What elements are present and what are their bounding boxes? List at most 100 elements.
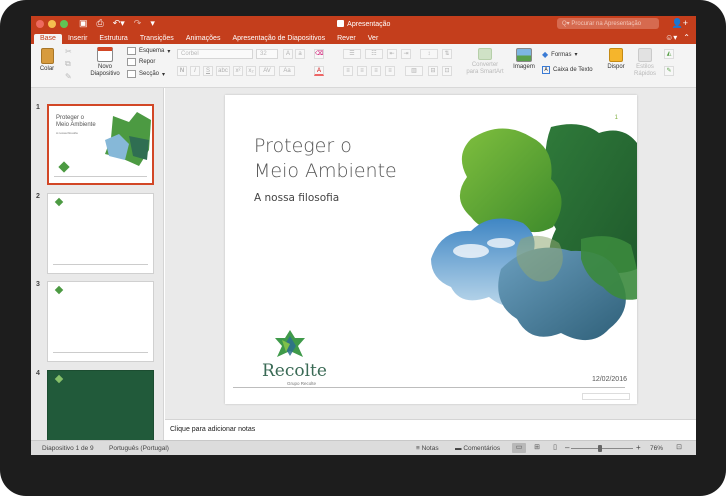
slide-thumbnail-2[interactable] <box>47 193 154 274</box>
superscript-icon[interactable]: x² <box>233 66 243 76</box>
justify-icon[interactable]: ≡ <box>385 66 395 76</box>
shape-fill-icon[interactable]: ◭ <box>664 49 674 59</box>
align-right-icon[interactable]: ≡ <box>371 66 381 76</box>
notes-pane[interactable]: Clique para adicionar notas <box>165 419 696 440</box>
paste-button[interactable]: Colar <box>35 48 59 72</box>
text-direction-icon[interactable]: ⇅ <box>442 49 452 59</box>
current-slide[interactable]: 1 Proteger o Meio Ambiente A nossa filos… <box>225 95 637 404</box>
comments-button[interactable]: ▬ Comentários <box>455 445 500 452</box>
powerpoint-doc-icon <box>336 20 344 27</box>
powerpoint-window: ▣ ⎙ ↶▾ ↷ ▾ Apresentação Q▾ Procurar na A… <box>31 16 696 455</box>
change-case-icon[interactable]: Aa <box>279 66 295 76</box>
tab-animacoes[interactable]: Animações <box>180 34 227 44</box>
layout-button[interactable]: Esquema ▾ <box>127 47 170 55</box>
notes-button[interactable]: ≡ Notas <box>416 445 439 452</box>
decrease-indent-icon[interactable]: ⇤ <box>387 49 397 59</box>
language-indicator[interactable]: Português (Portugal) <box>109 445 169 452</box>
notes-label: Notas <box>421 445 439 452</box>
textbox-button[interactable]: A Caixa de Texto <box>542 66 593 74</box>
font-size-field[interactable]: 32 <box>256 49 278 59</box>
recolte-logo-icon <box>275 330 305 357</box>
thumb-logo-icon <box>54 374 64 384</box>
grow-font-icon[interactable]: A <box>283 49 293 59</box>
new-slide-label: Novo Diapositivo <box>90 64 120 77</box>
clear-format-icon[interactable]: ⌫ <box>314 49 324 59</box>
shrink-font-icon[interactable]: a <box>295 49 305 59</box>
zoom-slider-handle[interactable] <box>598 445 602 452</box>
tab-apresentacao[interactable]: Apresentação de Diapositivos <box>226 34 331 44</box>
line-spacing-icon[interactable]: ↕ <box>420 49 438 59</box>
tab-transicoes[interactable]: Transições <box>134 34 180 44</box>
cut-icon[interactable]: ✂ <box>65 47 72 56</box>
thumb-number: 3 <box>36 281 40 288</box>
brand-subtitle: Grupo Recolte <box>287 381 317 386</box>
tab-rever[interactable]: Rever <box>331 34 362 44</box>
clipboard-icon <box>40 48 54 64</box>
convert-smartart-button[interactable]: Converter para SmartArt <box>463 48 507 76</box>
arrange-button[interactable]: Dispor <box>604 48 628 70</box>
window-title: Apresentação <box>347 21 391 28</box>
underline-icon[interactable]: S <box>203 66 213 76</box>
numbering-icon[interactable]: ☷ <box>365 49 383 59</box>
zoom-out-icon[interactable]: – <box>565 443 569 452</box>
copy-icon[interactable]: ⧉ <box>65 59 71 69</box>
thumb-number: 4 <box>36 370 40 377</box>
columns-icon[interactable]: ▥ <box>405 66 423 76</box>
align-text-icon[interactable]: ⊟ <box>428 66 438 76</box>
italic-icon[interactable]: I <box>190 66 200 76</box>
collapse-ribbon-icon[interactable]: ⌃ <box>683 33 690 42</box>
format-painter-icon[interactable]: ✎ <box>65 72 72 81</box>
slide-thumbnail-3[interactable] <box>47 281 154 362</box>
reset-label: Repor <box>139 59 156 65</box>
subscript-icon[interactable]: x₂ <box>246 66 256 76</box>
search-field[interactable]: Q▾ Procurar na Apresentação <box>557 18 659 29</box>
thumb-footer-line <box>53 264 148 265</box>
slide-thumbnail-1[interactable]: Proteger o Meio Ambiente A nossa filosof… <box>47 104 154 185</box>
layout-icon <box>127 47 136 55</box>
tab-estrutura[interactable]: Estrutura <box>93 34 133 44</box>
reset-button[interactable]: Repor <box>127 58 155 66</box>
share-person-icon[interactable]: 👤+ <box>672 18 688 29</box>
font-name-field[interactable]: Corbel <box>177 49 253 59</box>
zoom-level[interactable]: 76% <box>650 445 663 452</box>
align-center-icon[interactable]: ≡ <box>357 66 367 76</box>
thumb-subtitle: A nossa filosofia <box>56 131 78 135</box>
tab-ver[interactable]: Ver <box>362 34 385 44</box>
tab-inserir[interactable]: Inserir <box>62 34 93 44</box>
comments-label: Comentários <box>463 445 501 452</box>
paste-label: Colar <box>39 66 55 72</box>
char-spacing-icon[interactable]: AV <box>259 66 275 76</box>
slide-thumbnails-panel[interactable]: 1 Proteger o Meio Ambiente A nossa filos… <box>31 88 164 442</box>
align-left-icon[interactable]: ≡ <box>343 66 353 76</box>
zoom-in-icon[interactable]: + <box>636 443 641 452</box>
new-slide-icon <box>97 47 113 62</box>
shapes-button[interactable]: ◆ Formas ▾ <box>542 50 578 59</box>
quick-styles-button[interactable]: Estilos Rápidos <box>631 48 659 78</box>
bold-icon[interactable]: N <box>177 66 187 76</box>
new-slide-button[interactable]: Novo Diapositivo <box>89 47 121 78</box>
bullets-icon[interactable]: ☰ <box>343 49 361 59</box>
quick-styles-label: Estilos Rápidos <box>633 64 656 77</box>
paragraph-dialog-icon[interactable]: ⊡ <box>442 66 452 76</box>
slide-subtitle[interactable]: A nossa filosofia <box>254 192 339 204</box>
normal-view-icon[interactable]: ▭ <box>512 443 526 453</box>
font-color-icon[interactable]: A <box>314 66 324 76</box>
footer-placeholder[interactable] <box>582 393 630 400</box>
tab-base[interactable]: Base <box>34 34 62 44</box>
increase-indent-icon[interactable]: ⇥ <box>401 49 411 59</box>
shape-outline-icon[interactable]: ✎ <box>664 66 674 76</box>
strikethrough-icon[interactable]: abc <box>216 66 230 76</box>
shapes-label: Formas <box>551 51 572 58</box>
slide-title[interactable]: Proteger o Meio Ambiente <box>254 134 444 184</box>
fit-to-window-icon[interactable]: ⊡ <box>672 443 686 453</box>
image-button[interactable]: Imagem <box>511 48 537 70</box>
smiley-feedback-icon[interactable]: ☺▾ <box>665 33 677 42</box>
zoom-slider-track[interactable] <box>571 448 633 449</box>
slide-sorter-icon[interactable]: ⊞ <box>530 443 544 453</box>
slide-date[interactable]: 12/02/2016 <box>592 376 627 383</box>
reading-view-icon[interactable]: ▯ <box>548 443 562 453</box>
section-button[interactable]: Secção ▾ <box>127 70 165 78</box>
slide-thumbnail-4[interactable] <box>47 370 154 442</box>
arrange-label: Dispor <box>607 64 625 70</box>
slide-editor: 1 Proteger o Meio Ambiente A nossa filos… <box>165 88 696 419</box>
